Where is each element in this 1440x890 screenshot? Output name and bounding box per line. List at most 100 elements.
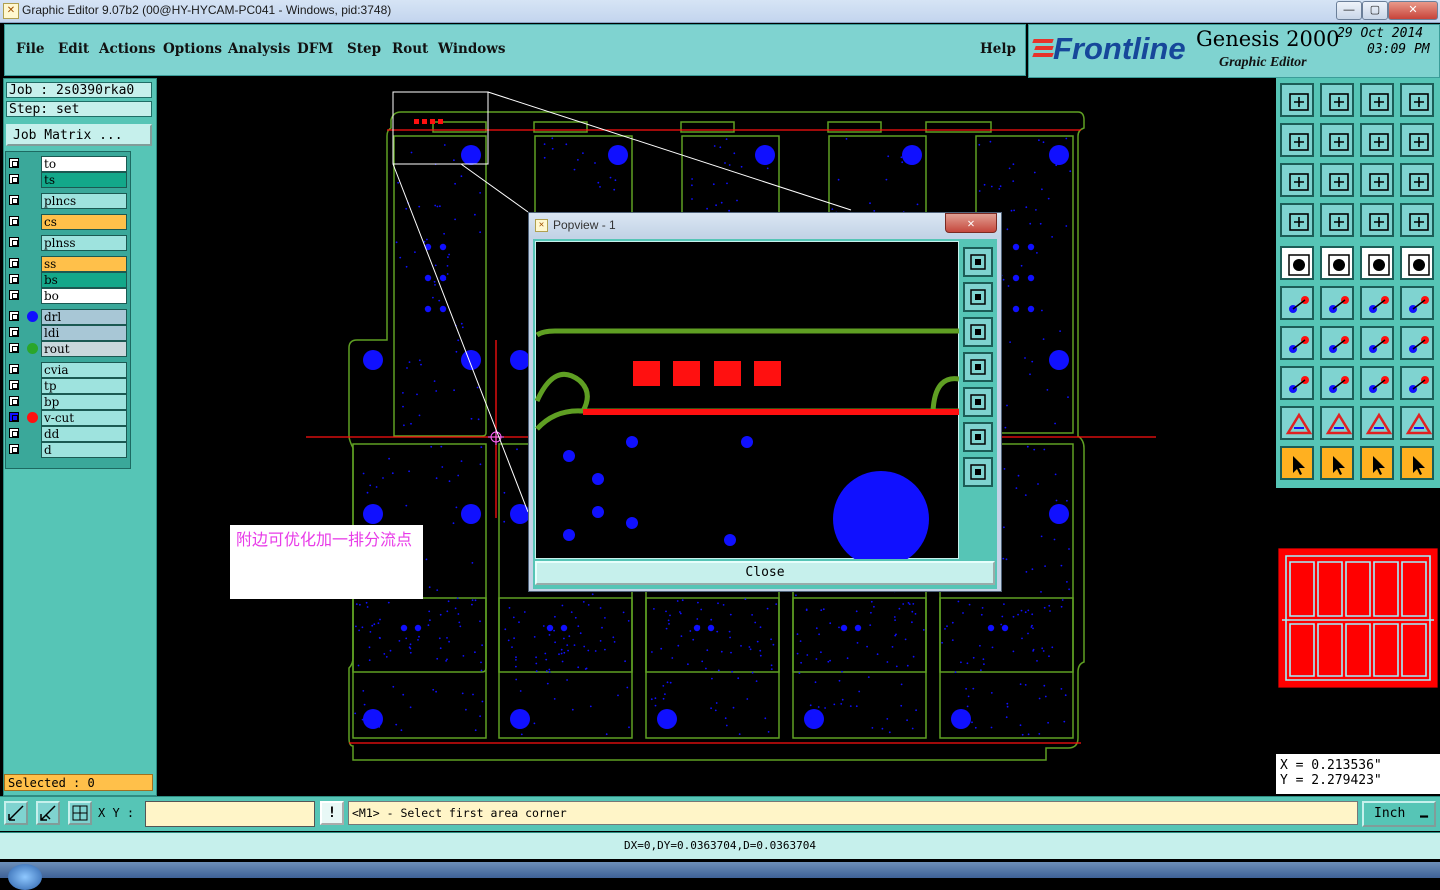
layer-row-cs[interactable]: cs <box>7 214 127 230</box>
scale-1-2-icon[interactable] <box>1360 163 1394 197</box>
layer-row-bp[interactable]: bp <box>7 394 127 410</box>
angle-icon[interactable] <box>1280 326 1314 360</box>
zoom-area-icon[interactable] <box>963 422 993 452</box>
popview-close-button[interactable]: Close <box>535 561 995 585</box>
menu-help[interactable]: Help <box>980 41 1016 57</box>
close-window-button[interactable]: ✕ <box>1388 1 1438 20</box>
pan-right-icon[interactable] <box>963 387 993 417</box>
layer-checkbox[interactable] <box>9 274 19 284</box>
zoom-home-icon[interactable] <box>1360 83 1394 117</box>
snap-icon[interactable] <box>4 801 28 825</box>
segment-icon[interactable] <box>1360 286 1394 320</box>
layer-row-dd[interactable]: dd <box>7 426 127 442</box>
menu-actions[interactable]: Actions <box>99 41 155 57</box>
layer-row-plncs[interactable]: plncs <box>7 193 127 209</box>
pan-left-icon[interactable] <box>963 352 993 382</box>
xy-input[interactable] <box>145 801 315 827</box>
ruler-icon[interactable] <box>1360 246 1394 280</box>
measure-icon[interactable] <box>36 801 60 825</box>
layer-checkbox[interactable] <box>9 258 19 268</box>
layer-row-ts[interactable]: ts <box>7 172 127 188</box>
layer-row-d[interactable]: d <box>7 442 127 458</box>
menu-dfm[interactable]: DFM <box>297 41 333 57</box>
center-icon[interactable] <box>1320 163 1354 197</box>
select-move-icon[interactable] <box>1400 446 1434 480</box>
circle-tool-icon[interactable] <box>1400 246 1434 280</box>
group-icon[interactable] <box>1400 366 1434 400</box>
arc-icon[interactable] <box>1360 326 1394 360</box>
pan-right-tool-icon[interactable] <box>1320 123 1354 157</box>
layer-checkbox[interactable] <box>9 237 19 247</box>
layer-checkbox[interactable] <box>9 444 19 454</box>
maximize-button[interactable]: ▢ <box>1362 1 1388 20</box>
grid-tool-icon[interactable] <box>1320 203 1354 237</box>
layer-checkbox[interactable] <box>9 396 19 406</box>
start-button-icon[interactable] <box>8 864 42 890</box>
layer-row-ldi[interactable]: ldi <box>7 325 127 341</box>
add-pad-icon[interactable] <box>1280 246 1314 280</box>
flip-icon[interactable] <box>1400 326 1434 360</box>
layer-checkbox[interactable] <box>9 327 19 337</box>
warning-button[interactable]: ! <box>320 801 344 825</box>
redraw-icon[interactable] <box>1400 123 1434 157</box>
stretch-icon[interactable] <box>1360 366 1394 400</box>
menu-options[interactable]: Options <box>163 41 222 57</box>
menu-rout[interactable]: Rout <box>392 41 428 57</box>
zoom-out-icon[interactable] <box>963 317 993 347</box>
feature-display-icon[interactable] <box>1400 203 1434 237</box>
layer-checkbox[interactable] <box>9 174 19 184</box>
triangle-icon[interactable] <box>1280 406 1314 440</box>
zoom-in-icon[interactable] <box>963 282 993 312</box>
menu-analysis[interactable]: Analysis <box>228 41 290 57</box>
connect-icon[interactable] <box>1280 286 1314 320</box>
layer-checkbox[interactable] <box>9 343 19 353</box>
line-edit-icon[interactable] <box>1320 326 1354 360</box>
layer-checkbox[interactable] <box>9 158 19 168</box>
move-point-icon[interactable] <box>1400 286 1434 320</box>
layer-row-tp[interactable]: tp <box>7 378 127 394</box>
pan-center-icon[interactable] <box>963 457 993 487</box>
layer-row-v-cut[interactable]: v-cut <box>7 410 127 426</box>
job-matrix-button[interactable]: Job Matrix ... <box>6 124 152 146</box>
layer-checkbox[interactable] <box>9 311 19 321</box>
layer-display-icon[interactable] <box>1360 203 1394 237</box>
layer-row-bo[interactable]: bo <box>7 288 127 304</box>
select-box-icon[interactable] <box>1320 446 1354 480</box>
menu-edit[interactable]: Edit <box>58 41 89 57</box>
minimize-button[interactable]: — <box>1336 1 1362 20</box>
layer-row-drl[interactable]: drl <box>7 309 127 325</box>
zoom-fit-icon[interactable] <box>1360 123 1394 157</box>
triangle-rotate-icon[interactable] <box>1360 406 1394 440</box>
select-pointer-icon[interactable] <box>1280 446 1314 480</box>
help-query-icon[interactable] <box>1400 163 1434 197</box>
line-width-icon[interactable] <box>1320 366 1354 400</box>
resize-icon[interactable] <box>1280 366 1314 400</box>
layer-row-ss[interactable]: ss <box>7 256 127 272</box>
menu-windows[interactable]: Windows <box>438 41 506 57</box>
popview-close-x-button[interactable]: ✕ <box>945 213 997 233</box>
layer-checkbox[interactable] <box>9 290 19 300</box>
layer-row-rout[interactable]: rout <box>7 341 127 357</box>
layer-checkbox[interactable] <box>9 428 19 438</box>
overview-map[interactable] <box>1278 548 1438 688</box>
layer-checkbox[interactable] <box>9 364 19 374</box>
add-line-icon[interactable] <box>1320 246 1354 280</box>
triangle-move-icon[interactable] <box>1320 406 1354 440</box>
home-icon[interactable] <box>1320 83 1354 117</box>
cross-icon[interactable] <box>1320 286 1354 320</box>
layer-checkbox[interactable] <box>9 380 19 390</box>
layer-checkbox[interactable] <box>9 412 19 422</box>
layer-checkbox[interactable] <box>9 216 19 226</box>
menu-step[interactable]: Step <box>347 41 381 57</box>
units-select[interactable]: Inch ━ <box>1362 801 1436 827</box>
layer-row-plnss[interactable]: plnss <box>7 235 127 251</box>
popview-canvas[interactable] <box>535 241 959 559</box>
select-rotate-icon[interactable] <box>1360 446 1394 480</box>
zoom-window-icon[interactable] <box>1280 163 1314 197</box>
snapshot-icon[interactable] <box>1400 83 1434 117</box>
layer-row-to[interactable]: to <box>7 156 127 172</box>
menu-file[interactable]: File <box>16 41 44 57</box>
triangle-scale-icon[interactable] <box>1400 406 1434 440</box>
pan-left-tool-icon[interactable] <box>1280 123 1314 157</box>
measure-tool-icon[interactable] <box>1280 203 1314 237</box>
